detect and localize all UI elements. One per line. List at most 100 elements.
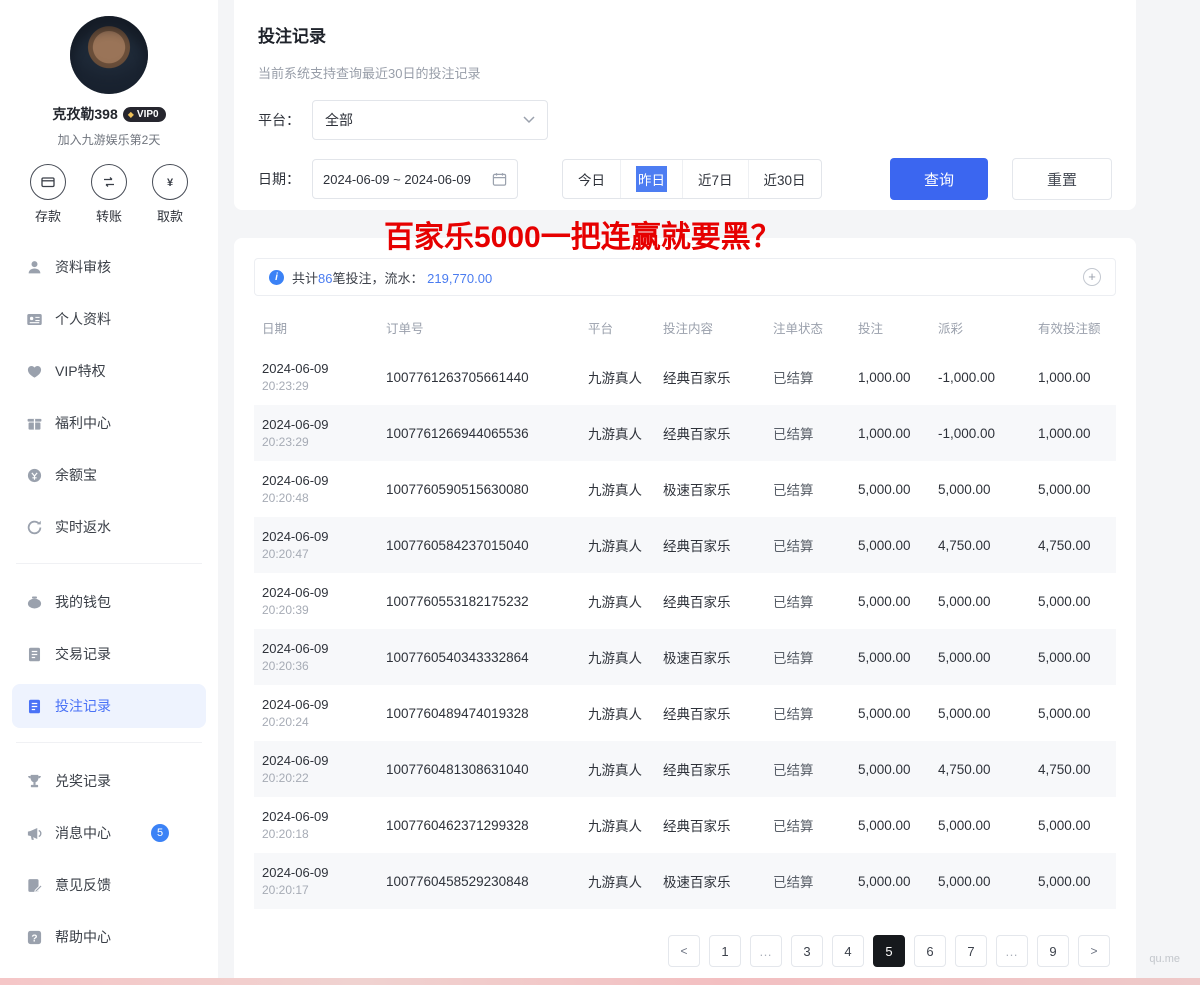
sidebar-item-bet-records[interactable]: 投注记录 (12, 684, 206, 728)
cell-date: 2024-06-0920:23:29 (254, 405, 378, 461)
reset-button[interactable]: 重置 (1012, 158, 1112, 200)
cell-date: 2024-06-0920:20:48 (254, 461, 378, 517)
table-row: 2024-06-0920:20:241007760489474019328九游真… (254, 685, 1116, 741)
summary-prefix: 共计 (292, 271, 318, 286)
sidebar-item-label: 投注记录 (55, 696, 111, 716)
records-table: 日期订单号平台投注内容注单状态投注派彩有效投注额 2024-06-0920:23… (254, 306, 1116, 909)
cell-platform: 九游真人 (580, 517, 655, 573)
cell-payout: 4,750.00 (930, 517, 1030, 573)
avatar[interactable] (70, 16, 148, 94)
transfer-button[interactable]: 转账 (83, 164, 135, 225)
cell-date: 2024-06-0920:20:17 (254, 853, 378, 909)
yuan-icon: ¥ (152, 164, 188, 200)
query-button[interactable]: 查询 (890, 158, 988, 200)
table-row: 2024-06-0920:20:181007760462371299328九游真… (254, 797, 1116, 853)
platform-select-value: 全部 (325, 110, 353, 130)
date-range-input[interactable]: 2024-06-09 ~ 2024-06-09 (312, 159, 518, 199)
cell-valid-amount: 5,000.00 (1030, 853, 1116, 909)
platform-select[interactable]: 全部 (312, 100, 548, 140)
sidebar-item-profile-review[interactable]: 资料审核 (12, 245, 206, 289)
sidebar-item-yuebao[interactable]: 余额宝 (12, 453, 206, 497)
cell-bet-amount: 5,000.00 (850, 853, 930, 909)
cell-time: 20:20:22 (262, 771, 370, 785)
cell-order-number: 1007760553182175232 (378, 573, 580, 629)
sidebar-item-personal-info[interactable]: 个人资料 (12, 297, 206, 341)
pagination-page-9[interactable]: 9 (1037, 935, 1069, 967)
pagination-page-3[interactable]: 3 (791, 935, 823, 967)
withdraw-button[interactable]: ¥ 取款 (144, 164, 196, 225)
pagination-page-5[interactable]: 5 (873, 935, 905, 967)
cell-platform: 九游真人 (580, 573, 655, 629)
quick-action-label: 存款 (22, 206, 74, 225)
cell-status: 已结算 (765, 853, 850, 909)
cell-status: 已结算 (765, 797, 850, 853)
pagination-next-button[interactable]: > (1078, 935, 1110, 967)
sidebar-item-label: 资料审核 (55, 257, 111, 277)
document-icon (26, 698, 43, 715)
cell-platform: 九游真人 (580, 349, 655, 405)
filter-card: 投注记录 当前系统支持查询最近30日的投注记录 平台： 全部 日期： 2024-… (234, 0, 1136, 210)
sidebar-item-vip-privilege[interactable]: VIP特权 (12, 349, 206, 393)
summary-turnover: 219,770.00 (427, 271, 492, 286)
pagination-page-4[interactable]: 4 (832, 935, 864, 967)
cell-status: 已结算 (765, 405, 850, 461)
pagination-page-6[interactable]: 6 (914, 935, 946, 967)
range-last-7-button[interactable]: 近7日 (682, 160, 748, 198)
summary-count: 86 (318, 271, 332, 286)
sidebar-item-message-center[interactable]: 消息中心5 (12, 811, 206, 855)
cell-bet-amount: 5,000.00 (850, 629, 930, 685)
sidebar-item-label: 兑奖记录 (55, 771, 111, 791)
cell-order-number: 1007761266944065536 (378, 405, 580, 461)
cell-payout: 5,000.00 (930, 853, 1030, 909)
sidebar-item-welfare-center[interactable]: 福利中心 (12, 401, 206, 445)
cell-bet-amount: 1,000.00 (850, 349, 930, 405)
expand-icon[interactable]: + (1083, 268, 1101, 286)
cell-date: 2024-06-0920:20:39 (254, 573, 378, 629)
pagination-ellipsis[interactable]: … (996, 935, 1028, 967)
range-yesterday-button[interactable]: 昨日 (620, 160, 682, 198)
cell-time: 20:23:29 (262, 379, 370, 393)
sidebar-item-help-center[interactable]: ?帮助中心 (12, 915, 206, 959)
heart-icon (26, 363, 43, 380)
sidebar-item-realtime-rebate[interactable]: 实时返水 (12, 505, 206, 549)
notification-badge: 5 (151, 824, 169, 842)
sidebar-item-label: 意见反馈 (55, 875, 111, 895)
cell-bet-amount: 5,000.00 (850, 461, 930, 517)
table-row: 2024-06-0920:23:291007761263705661440九游真… (254, 349, 1116, 405)
pagination-ellipsis[interactable]: … (750, 935, 782, 967)
chevron-left-icon: < (680, 944, 687, 958)
cell-platform: 九游真人 (580, 797, 655, 853)
watermark: qu.me (1149, 953, 1180, 965)
cell-time: 20:20:18 (262, 827, 370, 841)
sidebar-item-transactions[interactable]: 交易记录 (12, 632, 206, 676)
cell-valid-amount: 5,000.00 (1030, 629, 1116, 685)
cell-valid-amount: 1,000.00 (1030, 405, 1116, 461)
cell-valid-amount: 1,000.00 (1030, 349, 1116, 405)
main-content: 投注记录 当前系统支持查询最近30日的投注记录 平台： 全部 日期： 2024-… (234, 0, 1136, 985)
column-header: 有效投注额 (1030, 306, 1116, 349)
sidebar-item-prize-records[interactable]: 兑奖记录 (12, 759, 206, 803)
pagination-page-1[interactable]: 1 (709, 935, 741, 967)
pagination-page-7[interactable]: 7 (955, 935, 987, 967)
range-today-button[interactable]: 今日 (563, 160, 620, 198)
cell-date: 2024-06-0920:20:47 (254, 517, 378, 573)
deposit-button[interactable]: 存款 (22, 164, 74, 225)
cell-order-number: 1007760540343332864 (378, 629, 580, 685)
cell-payout: -1,000.00 (930, 405, 1030, 461)
range-label: 近7日 (698, 169, 733, 189)
table-row: 2024-06-0920:20:471007760584237015040九游真… (254, 517, 1116, 573)
cell-bet-content: 经典百家乐 (655, 685, 765, 741)
cell-bet-amount: 5,000.00 (850, 517, 930, 573)
megaphone-icon (26, 825, 43, 842)
join-date-text: 加入九游娱乐第2天 (0, 131, 218, 148)
cell-bet-amount: 5,000.00 (850, 685, 930, 741)
sidebar-item-my-wallet[interactable]: 我的钱包 (12, 580, 206, 624)
table-row: 2024-06-0920:20:171007760458529230848九游真… (254, 853, 1116, 909)
quick-action-label: 取款 (144, 206, 196, 225)
pagination-prev-button[interactable]: < (668, 935, 700, 967)
transfer-arrows-icon (91, 164, 127, 200)
sidebar-item-feedback[interactable]: 意见反馈 (12, 863, 206, 907)
cell-bet-content: 经典百家乐 (655, 741, 765, 797)
range-last-30-button[interactable]: 近30日 (748, 160, 821, 198)
pagination: <1 … 34567 … 9 > (254, 935, 1116, 967)
